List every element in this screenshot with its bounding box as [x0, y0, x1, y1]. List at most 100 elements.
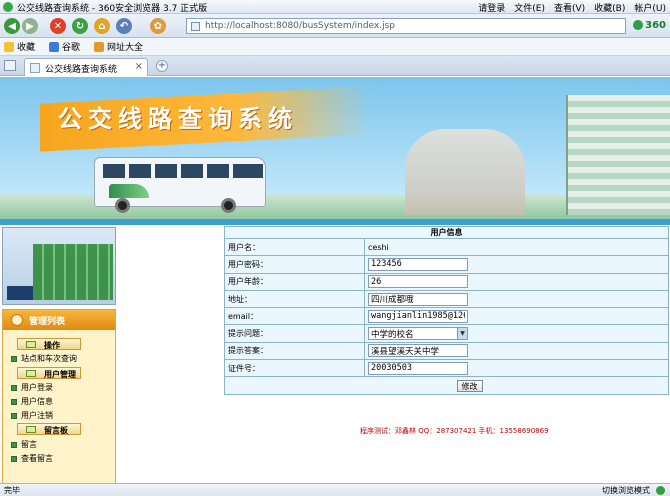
sidebar-toggle-icon[interactable]: [4, 60, 16, 71]
menu-account[interactable]: 帐户(U): [634, 1, 666, 14]
refresh-icon[interactable]: ↻: [72, 18, 88, 34]
menu-favorites[interactable]: 收藏(B): [594, 1, 625, 14]
form-row-password: 用户密码：: [224, 255, 669, 274]
menu-login[interactable]: 请登录: [478, 1, 505, 14]
sidebar-item-view-messages[interactable]: 查看留言: [9, 453, 53, 464]
age-field[interactable]: [368, 275, 468, 289]
new-tab-icon[interactable]: +: [156, 60, 168, 72]
header-banner: 公交线路查询系统: [0, 77, 670, 219]
brand-text: 360: [645, 20, 666, 31]
bullet-icon: [11, 356, 17, 362]
favorite-star[interactable]: 收藏: [4, 40, 35, 53]
google-icon: [49, 41, 60, 52]
calendar-widget: [2, 227, 116, 305]
navigation-bar: ◀ ▶ ✕ ↻ ⌂ ↶ ✿ http://localhost:8080/busS…: [0, 14, 670, 38]
bus-illustration: [94, 157, 266, 213]
status-text: 完毕: [4, 486, 20, 495]
bullet-icon: [11, 399, 17, 405]
field-label: 提示问题：: [224, 324, 365, 343]
page-content: 公交线路查询系统 管理列表 操作 站点和车次查询 用户管理 用户登录 用户信息 …: [0, 77, 670, 483]
address-bar[interactable]: http://localhost:8080/busSystem/index.js…: [186, 18, 626, 34]
form-title: 用户信息: [224, 226, 669, 239]
group-label: 留言板: [44, 426, 68, 435]
sidebar-item-route-query[interactable]: 站点和车次查询: [9, 353, 77, 364]
sidebar-item-leave-message[interactable]: 留言: [9, 439, 37, 450]
menu-view[interactable]: 查看(V): [554, 1, 585, 14]
field-label: 用户年龄：: [224, 272, 365, 291]
menu-file[interactable]: 文件(E): [514, 1, 545, 14]
security-answer-field[interactable]: [368, 344, 468, 358]
page-icon: [30, 63, 40, 73]
sidebar-item-label: 站点和车次查询: [21, 354, 77, 363]
favorite-label: 网址大全: [107, 43, 144, 53]
field-label: 用户密码：: [224, 255, 365, 274]
modify-button[interactable]: 修改: [456, 379, 483, 392]
status-bar: 完毕 切换浏览模式: [0, 483, 670, 496]
banner-title: 公交线路查询系统: [58, 105, 298, 133]
undo-close-icon[interactable]: ↶: [116, 18, 132, 34]
home-icon[interactable]: ⌂: [94, 18, 110, 34]
field-label: 提示答案：: [224, 341, 365, 361]
group-icon: [26, 341, 36, 348]
360-logo-icon: [633, 20, 644, 30]
password-field[interactable]: [368, 257, 468, 271]
form-row-id-number: 证件号：: [224, 359, 669, 378]
menu-header-icon: [11, 314, 23, 326]
switch-mode-button[interactable]: 切换浏览模式: [602, 485, 650, 496]
web-directory-icon: [94, 41, 105, 52]
banner-people-photo: [405, 129, 525, 215]
form-row-email: email：: [224, 307, 669, 326]
window-titlebar: 公交线路查询系统 - 360安全浏览器 3.7 正式版 请登录 文件(E) 查看…: [0, 0, 670, 14]
menu-header-label: 管理列表: [29, 317, 66, 327]
management-menu: 管理列表 操作 站点和车次查询 用户管理 用户登录 用户信息 用户注销 留言板 …: [2, 309, 116, 483]
sidebar-item-label: 查看留言: [21, 454, 53, 463]
banner-separator: [0, 219, 670, 225]
paw-icon[interactable]: ✿: [150, 18, 166, 34]
forward-icon[interactable]: ▶: [22, 18, 38, 34]
clock-display: [7, 286, 33, 300]
bullet-icon: [11, 413, 17, 419]
stop-icon[interactable]: ✕: [50, 18, 66, 34]
app-icon: [3, 2, 13, 12]
sidebar-item-label: 留言: [21, 440, 37, 449]
field-label: 用户名：: [224, 237, 365, 257]
sidebar-item-user-logout[interactable]: 用户注销: [9, 410, 53, 421]
footer-credits: 程序测试：邓鑫林 QQ：287307421 手机：13558690869: [360, 427, 549, 435]
back-icon[interactable]: ◀: [4, 18, 20, 34]
window-title: 公交线路查询系统 - 360安全浏览器 3.7 正式版: [17, 4, 208, 14]
user-info-form: 用户信息 用户名： ceshi 用户密码： 用户年龄： 地址： email： 提…: [224, 226, 669, 395]
username-value: ceshi: [364, 237, 669, 257]
group-label: 用户管理: [44, 370, 76, 379]
sidebar-item-label: 用户登录: [21, 383, 53, 392]
form-row-age: 用户年龄：: [224, 272, 669, 291]
sidebar-item-label: 用户注销: [21, 411, 53, 420]
id-number-field[interactable]: [368, 361, 468, 375]
favorite-label: 收藏: [17, 43, 36, 53]
tab-bus-system[interactable]: 公交线路查询系统 ×: [24, 58, 148, 76]
close-tab-icon[interactable]: ×: [135, 61, 143, 72]
banner-schedule-board: [566, 95, 670, 215]
group-operations: 操作: [17, 338, 81, 350]
sidebar-item-user-login[interactable]: 用户登录: [9, 382, 53, 393]
star-icon: [4, 41, 14, 52]
favorite-web-directory[interactable]: 网址大全: [94, 40, 143, 53]
form-row-answer: 提示答案：: [224, 341, 669, 361]
field-label: 证件号：: [224, 359, 365, 378]
group-message-board: 留言板: [17, 423, 81, 435]
form-row-submit: 修改: [224, 376, 669, 395]
chevron-down-icon: ▼: [457, 328, 467, 340]
address-text: http://localhost:8080/busSystem/index.js…: [205, 21, 396, 31]
sidebar-item-user-info[interactable]: 用户信息: [9, 396, 53, 407]
bullet-icon: [11, 456, 17, 462]
favorite-label: 谷歌: [62, 43, 81, 53]
email-field[interactable]: [368, 309, 468, 323]
bullet-icon: [11, 442, 17, 448]
favorite-google[interactable]: 谷歌: [49, 40, 80, 53]
security-question-select[interactable]: 中学的校名 ▼: [368, 327, 468, 341]
address-field[interactable]: [368, 292, 468, 306]
group-label: 操作: [44, 341, 60, 350]
select-value: 中学的校名: [371, 329, 414, 340]
bullet-icon: [11, 385, 17, 391]
page-icon: [191, 22, 200, 31]
menu-header: 管理列表: [3, 310, 115, 330]
